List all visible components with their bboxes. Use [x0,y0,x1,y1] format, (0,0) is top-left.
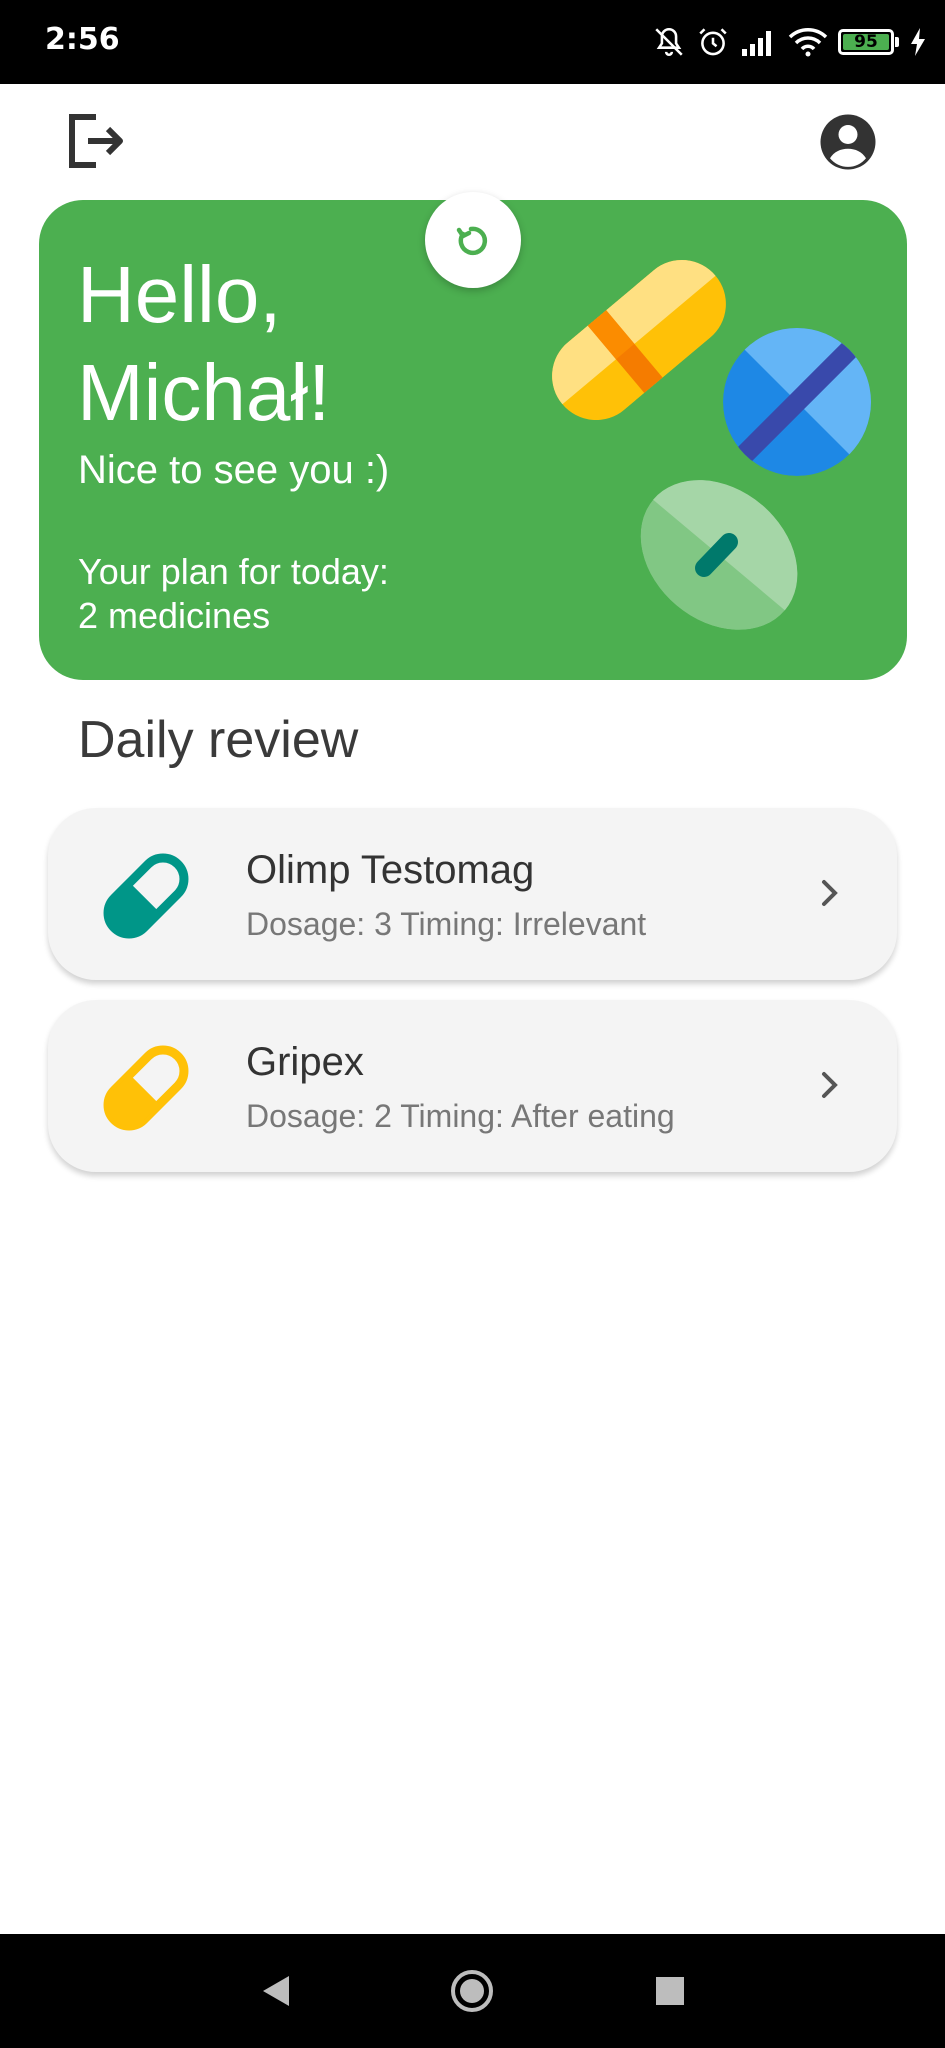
nav-home-button[interactable] [436,1934,508,2048]
status-bar: 2:56 95 [0,0,945,84]
home-circle-icon [451,1970,493,2012]
pill-capsule-icon [103,1045,189,1131]
battery-level: 95 [854,32,878,52]
list-item[interactable]: Gripex Dosage: 2 Timing: After eating [48,1000,897,1172]
medicine-name: Gripex [246,1040,364,1084]
daily-review-title: Daily review [78,711,359,769]
medicine-name: Olimp Testomag [246,848,535,892]
chevron-right-icon [822,1072,838,1098]
back-triangle-icon [263,1976,289,2006]
signal-icon [742,31,771,56]
pill-capsule-icon [103,853,189,939]
recents-square-icon [656,1977,684,2005]
list-item[interactable]: Olimp Testomag Dosage: 3 Timing: Irrelev… [48,808,897,980]
status-time: 2:56 [45,22,120,57]
logout-icon [69,114,123,168]
chevron-right-icon [822,880,838,906]
account-circle-icon [820,114,876,170]
greeting-subtitle: Nice to see you :) [78,448,390,492]
plan-value: 2 medicines [78,595,271,636]
nav-back-button[interactable] [240,1934,312,2048]
plan-summary: Your plan for today: 2 medicines [78,550,389,638]
greeting-card: Hello, Michał! Nice to see you :) Your p… [39,192,907,680]
greeting-text: Hello, Michał! [77,250,331,437]
alarm-icon [699,28,727,56]
medicine-details: Dosage: 3 Timing: Irrelevant [246,906,647,942]
status-icons: 95 [652,22,927,62]
bell-off-icon [655,27,683,56]
account-button[interactable] [818,112,878,177]
refresh-icon [456,226,488,256]
wifi-icon [788,28,828,57]
system-nav-bar [0,1934,945,2048]
medicine-list: Olimp Testomag Dosage: 3 Timing: Irrelev… [48,808,897,1192]
nav-recents-button[interactable] [634,1934,706,2048]
battery-icon: 95 [838,29,894,55]
pills-illustration-icon [534,242,871,630]
logout-button[interactable] [66,113,126,174]
medicine-details: Dosage: 2 Timing: After eating [246,1098,675,1134]
charging-icon [911,28,925,56]
plan-label: Your plan for today: [78,551,389,592]
